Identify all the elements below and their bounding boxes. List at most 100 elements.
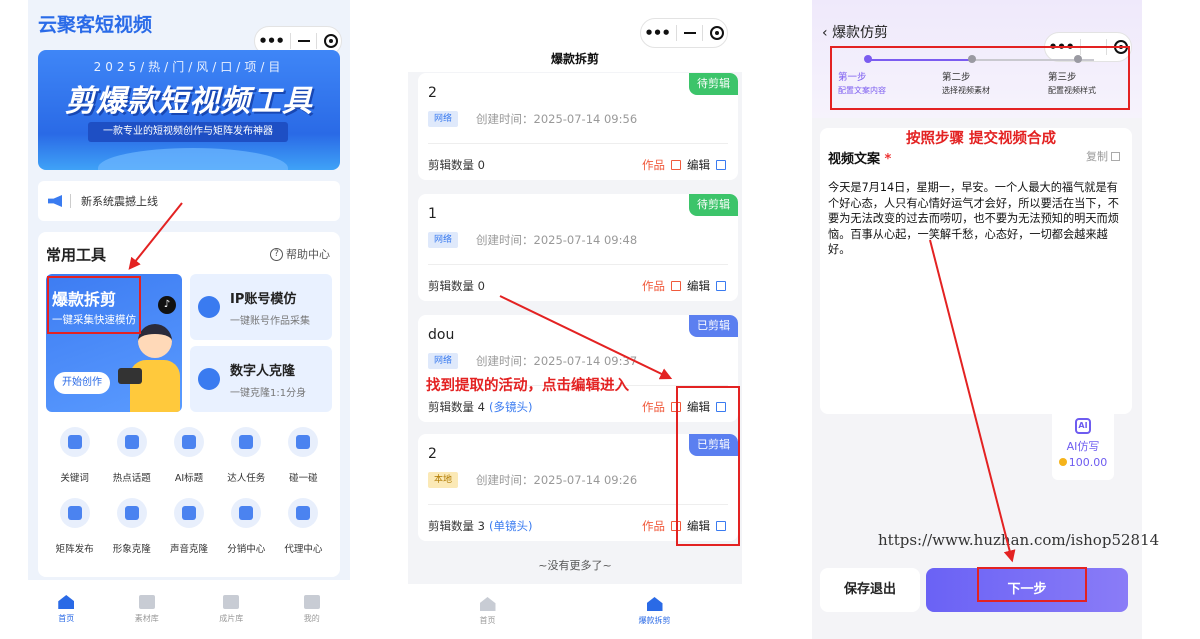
user-star-icon [198, 296, 220, 318]
page-title: 爆款仿剪 [832, 25, 889, 41]
created-time: 创建时间：2025-07-14 09:37 [476, 354, 638, 368]
help-center-link[interactable]: ? 帮助中心 [270, 246, 330, 262]
people-icon [288, 498, 319, 528]
minimize-icon[interactable] [683, 32, 696, 34]
watermark-text: https://www.huzhan.com/ishop52814 [878, 531, 1160, 549]
edit-link[interactable]: 编辑 [687, 278, 710, 294]
dots-icon [288, 427, 319, 457]
ai-rewrite-button[interactable]: AI AI仿写 100.00 [1052, 408, 1114, 480]
grid-item-influencer-task[interactable]: 达人任务 [218, 427, 275, 484]
list-item[interactable]: 2 待剪辑 网络 创建时间：2025-07-14 09:56 剪辑数量 0 作品… [418, 73, 738, 180]
tab-finished[interactable]: 成片库 [219, 595, 243, 624]
speaker-icon [173, 498, 204, 528]
help-label: 帮助中心 [286, 248, 330, 261]
grid-item-distribution[interactable]: 分销中心 [218, 498, 275, 555]
chat-bubble-icon [198, 368, 220, 390]
tab-label: 我的 [303, 614, 320, 623]
tool-title: IP账号模仿 [230, 292, 297, 307]
works-link[interactable]: 作品 [642, 278, 665, 294]
source-badge: 网络 [428, 353, 459, 369]
highlight-steps [830, 46, 1130, 110]
clip-count: 剪辑数量 0 [428, 279, 485, 293]
video-icon [173, 427, 204, 457]
list-item[interactable]: 1 待剪辑 网络 创建时间：2025-07-14 09:48 剪辑数量 0 作品… [418, 194, 738, 301]
promo-banner[interactable]: 2025/热/门/风/口/项/目 剪爆款短视频工具 一款专业的短视频创作与矩阵发… [38, 50, 340, 170]
highlight-next-button [977, 567, 1087, 602]
status-badge: 待剪辑 [689, 194, 738, 216]
grid-item-voice-clone[interactable]: 声音克隆 [160, 498, 217, 555]
close-circle-icon[interactable] [709, 26, 724, 40]
grid-item-matrix-publish[interactable]: 矩阵发布 [46, 498, 103, 555]
required-mark: * [884, 152, 892, 167]
tab-materials[interactable]: 素材库 [135, 595, 159, 624]
ai-rewrite-label: AI仿写 [1066, 440, 1100, 453]
source-badge: 本地 [428, 472, 459, 488]
annotation-follow-steps: 按照步骤 提交视频合成 [906, 131, 1057, 147]
chevron-left-icon: ‹ [822, 25, 828, 41]
tab-home[interactable]: 首页 [58, 595, 75, 624]
grid-item-ai-title[interactable]: AI标题 [160, 427, 217, 484]
item-name: 1 [428, 206, 437, 222]
tool-digital-human[interactable]: 数字人克隆 一键克隆1:1分身 [190, 346, 332, 412]
page-title: 爆款拆剪 [550, 52, 599, 66]
tool-subtitle: 一键克隆1:1分身 [230, 388, 307, 399]
tab-home[interactable]: 首页 [479, 597, 496, 626]
minimize-icon[interactable] [297, 40, 310, 42]
save-exit-button[interactable]: 保存退出 [820, 568, 920, 612]
more-dots-icon[interactable]: ••• [258, 32, 285, 50]
bottom-tab-bar: 首页 爆款拆剪 [408, 584, 742, 639]
grid-label: 达人任务 [227, 473, 266, 484]
grid-label: 声音克隆 [169, 544, 208, 555]
banner-subtitle: 一款专业的短视频创作与矩阵发布神器 [88, 122, 288, 142]
grid-label: 形象克隆 [112, 544, 151, 555]
question-icon: ? [270, 247, 283, 261]
copy-textarea[interactable]: 今天是7月14日，星期一，早安。一个人最大的福气就是有个好心态，人只有心情好运气… [828, 180, 1124, 258]
tool-subtitle: 一键账号作品采集 [230, 316, 310, 327]
copy-button[interactable]: 复制 [1086, 148, 1120, 164]
grid-item-hot-topic[interactable]: 热点话题 [103, 427, 160, 484]
clip-count: 剪辑数量 4 (多镜头) [428, 400, 533, 414]
ai-icon: AI [1075, 418, 1091, 434]
works-link[interactable]: 作品 [642, 518, 665, 534]
ai-points: 100.00 [1052, 456, 1114, 469]
item-name: 2 [428, 446, 437, 462]
edit-link[interactable]: 编辑 [687, 157, 710, 173]
grid-label: 矩阵发布 [55, 544, 94, 555]
tool-title: 数字人克隆 [230, 364, 296, 379]
close-circle-icon[interactable] [323, 34, 338, 48]
works-icon[interactable] [671, 160, 681, 170]
notice-bar[interactable]: 新系统震撼上线 [38, 181, 340, 221]
edit-icon[interactable] [716, 281, 726, 291]
mini-program-capsule[interactable]: ••• [640, 18, 728, 48]
grid-item-tap[interactable]: 碰一碰 [275, 427, 332, 484]
home-icon [646, 597, 663, 611]
start-create-button[interactable]: 开始创作 [54, 372, 110, 394]
clip-count: 剪辑数量 3 (单镜头) [428, 519, 533, 533]
more-dots-icon[interactable]: ••• [644, 24, 671, 42]
tab-viral-cut[interactable]: 爆款拆剪 [639, 597, 671, 626]
grid-item-face-clone[interactable]: 形象克隆 [103, 498, 160, 555]
tools-title: 常用工具 [46, 246, 107, 264]
grid-item-keyword[interactable]: 关键词 [46, 427, 103, 484]
tab-label: 首页 [479, 616, 496, 625]
tool-ip-imitate[interactable]: IP账号模仿 一键账号作品采集 [190, 274, 332, 340]
annotation-find-activity: 找到提取的活动，点击编辑进入 [426, 378, 629, 394]
created-time: 创建时间：2025-07-14 09:56 [476, 112, 638, 126]
back-button[interactable]: ‹ 爆款仿剪 [822, 22, 888, 42]
star-icon [231, 427, 262, 457]
ai-image-icon [59, 427, 90, 457]
folder-icon [138, 595, 155, 609]
highlight-edit-buttons [676, 386, 740, 546]
pen-icon [116, 427, 147, 457]
grid-item-agent[interactable]: 代理中心 [275, 498, 332, 555]
source-badge: 网络 [428, 232, 459, 248]
tab-label: 爆款拆剪 [638, 616, 671, 625]
tab-mine[interactable]: 我的 [303, 595, 320, 624]
clip-mode: (多镜头) [488, 400, 533, 414]
works-icon[interactable] [671, 281, 681, 291]
edit-icon[interactable] [716, 160, 726, 170]
works-link[interactable]: 作品 [642, 157, 665, 173]
grid-label: AI标题 [174, 473, 204, 484]
bottom-tab-bar: 首页 素材库 成片库 我的 [28, 580, 350, 639]
works-link[interactable]: 作品 [642, 399, 665, 415]
